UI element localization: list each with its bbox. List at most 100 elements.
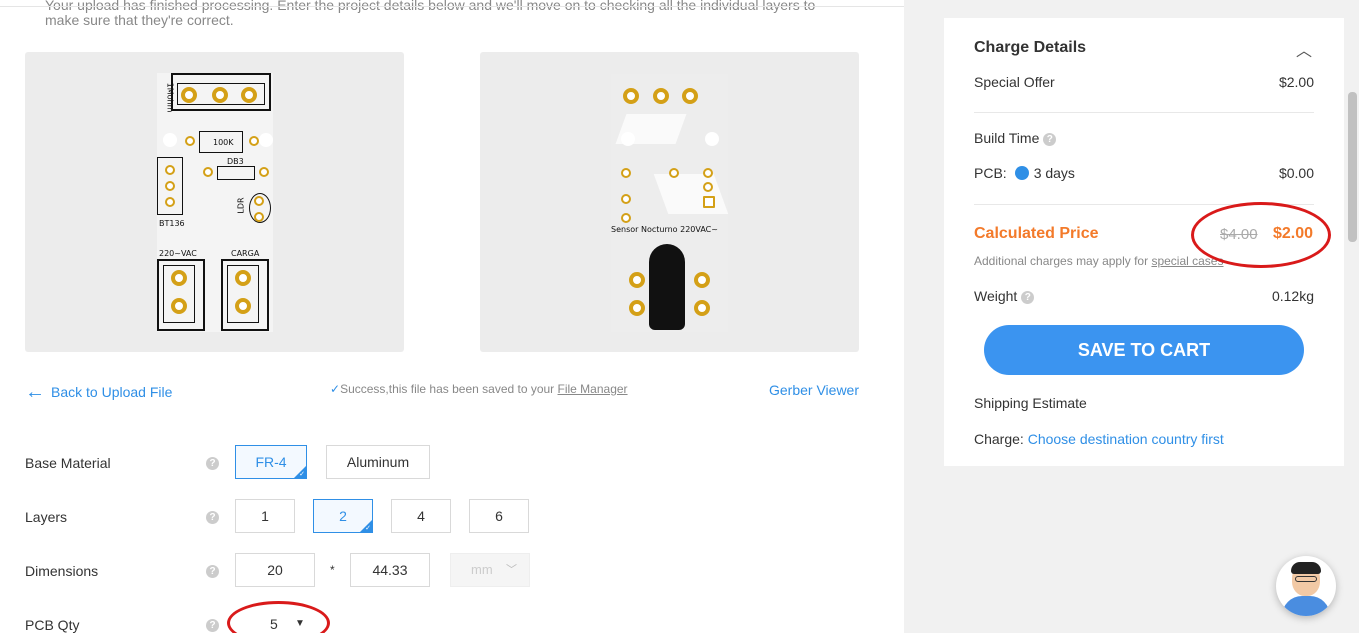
pad: [694, 272, 710, 288]
help-icon[interactable]: ?: [206, 565, 219, 578]
success-text: Success,this file has been saved to your: [340, 382, 558, 396]
pad: [185, 136, 195, 146]
weight-label: Weight: [974, 288, 1018, 304]
save-success-message: ✓Success,this file has been saved to you…: [330, 382, 628, 396]
page-scrollbar[interactable]: [1346, 0, 1359, 633]
build-time-label: Build Time: [974, 130, 1040, 146]
support-chat-avatar[interactable]: [1276, 556, 1336, 616]
pcb-qty-select[interactable]: 5 ▼: [235, 611, 320, 633]
help-icon[interactable]: ?: [1043, 132, 1057, 146]
pad: [629, 272, 645, 288]
charge-details-card: Charge Details ︿ Special Offer $2.00 Bui…: [944, 18, 1344, 466]
layers-2-option[interactable]: 2: [313, 499, 373, 534]
divider: [974, 204, 1314, 205]
layers-1-option[interactable]: 1: [235, 499, 295, 533]
chevron-up-icon[interactable]: ︿: [1296, 37, 1312, 61]
pad: [171, 270, 187, 286]
pad: [621, 213, 631, 223]
pad: [703, 168, 713, 178]
pad: [259, 167, 269, 177]
build-time-row: Build Time?: [974, 130, 1057, 146]
help-icon[interactable]: ?: [206, 619, 219, 632]
top-layer-preview: 1Mohm 100K DB3 BT136 LDR 220~VAC CARGA: [25, 52, 404, 352]
pad: [235, 298, 251, 314]
additional-charges-note: Additional charges may apply for special…: [974, 254, 1223, 268]
pad: [669, 168, 679, 178]
scrollbar-thumb[interactable]: [1348, 92, 1357, 242]
pad: [621, 194, 631, 204]
pad: [165, 165, 175, 175]
pad-square: [703, 196, 715, 208]
silk-1mohm: 1Mohm: [165, 82, 175, 113]
radio-selected-icon[interactable]: [1014, 166, 1029, 181]
dimension-height-input[interactable]: 44.33: [350, 553, 430, 587]
pad: [165, 181, 175, 191]
divider: [974, 112, 1314, 113]
layers-label: Layers: [25, 509, 68, 525]
order-form-panel: Your upload has finished processing. Ent…: [0, 0, 904, 633]
back-link-label: Back to Upload File: [51, 384, 173, 400]
silk-ldr: LDR: [236, 197, 246, 214]
pad: [212, 87, 228, 103]
arrow-left-icon: ←: [25, 381, 45, 403]
pcb-qty-value: 5: [270, 616, 278, 632]
pad: [249, 136, 259, 146]
shipping-charge-row: Charge: Choose destination country first: [974, 431, 1224, 447]
special-cases-link[interactable]: special cases: [1151, 254, 1223, 268]
original-price: $4.00: [1220, 226, 1258, 243]
help-icon[interactable]: ?: [1021, 290, 1035, 304]
silk-carga: CARGA: [231, 249, 260, 258]
silk-db3: DB3: [227, 157, 244, 166]
silk-220vac: 220~VAC: [159, 249, 197, 258]
mount-hole: [621, 132, 635, 146]
avatar-glasses: [1295, 576, 1317, 582]
pad: [703, 182, 713, 192]
save-to-cart-button[interactable]: SAVE TO CART: [984, 325, 1304, 375]
bulb-logo: [649, 244, 685, 330]
special-offer-value: $2.00: [1278, 74, 1314, 90]
help-icon[interactable]: ?: [206, 511, 219, 524]
unit-select[interactable]: mm ﹀: [450, 553, 530, 587]
pad: [171, 298, 187, 314]
discounted-price: $2.00: [1273, 225, 1314, 242]
base-material-aluminum-option[interactable]: Aluminum: [326, 445, 430, 479]
dimension-width-input[interactable]: 20: [235, 553, 315, 587]
mount-hole: [163, 133, 177, 147]
charge-details-title: Charge Details: [974, 39, 1087, 56]
mount-hole: [705, 132, 719, 146]
checkmark-icon: ✓: [330, 382, 341, 396]
back-to-upload-link[interactable]: ← Back to Upload File: [25, 381, 173, 403]
help-icon[interactable]: ?: [206, 457, 219, 470]
pcb-label: PCB:: [974, 165, 1007, 181]
bottom-layer-preview: Sensor Nocturno 220VAC~: [480, 52, 859, 352]
note-text: Additional charges may apply for: [974, 254, 1152, 268]
layers-6-option[interactable]: 6: [469, 499, 529, 533]
dimensions-label: Dimensions: [25, 563, 99, 579]
pad: [629, 300, 645, 316]
choose-country-link[interactable]: Choose destination country first: [1028, 431, 1224, 447]
intro-line-2: make sure that they're correct.: [45, 12, 234, 28]
pad: [694, 300, 710, 316]
pad: [203, 167, 213, 177]
pcb-board-bottom: Sensor Nocturno 220VAC~: [611, 74, 729, 332]
silk-sensor-nocturno: Sensor Nocturno 220VAC~: [611, 225, 718, 234]
pcb-build-row: PCB: 3 days: [974, 165, 1075, 182]
top-divider: [0, 6, 904, 7]
caret-down-icon: ▼: [295, 618, 305, 629]
gerber-viewer-link[interactable]: Gerber Viewer: [769, 382, 859, 398]
calculated-price-label: Calculated Price: [974, 225, 1099, 242]
chevron-down-icon: ﹀: [506, 564, 517, 576]
pad: [254, 196, 264, 206]
base-material-fr4-option[interactable]: FR-4: [235, 445, 307, 480]
avatar-shirt: [1282, 596, 1330, 616]
pad: [181, 87, 197, 103]
pcb-board-top: 1Mohm 100K DB3 BT136 LDR 220~VAC CARGA: [157, 73, 273, 332]
layers-4-option[interactable]: 4: [391, 499, 451, 533]
mount-hole: [259, 133, 273, 147]
charge-panel: Charge Details ︿ Special Offer $2.00 Bui…: [904, 0, 1359, 633]
unit-select-value: mm: [471, 562, 493, 577]
base-material-label: Base Material: [25, 455, 111, 471]
file-manager-link[interactable]: File Manager: [558, 382, 628, 396]
shipping-estimate-label: Shipping Estimate: [974, 395, 1087, 411]
special-offer-label: Special Offer: [974, 74, 1055, 90]
